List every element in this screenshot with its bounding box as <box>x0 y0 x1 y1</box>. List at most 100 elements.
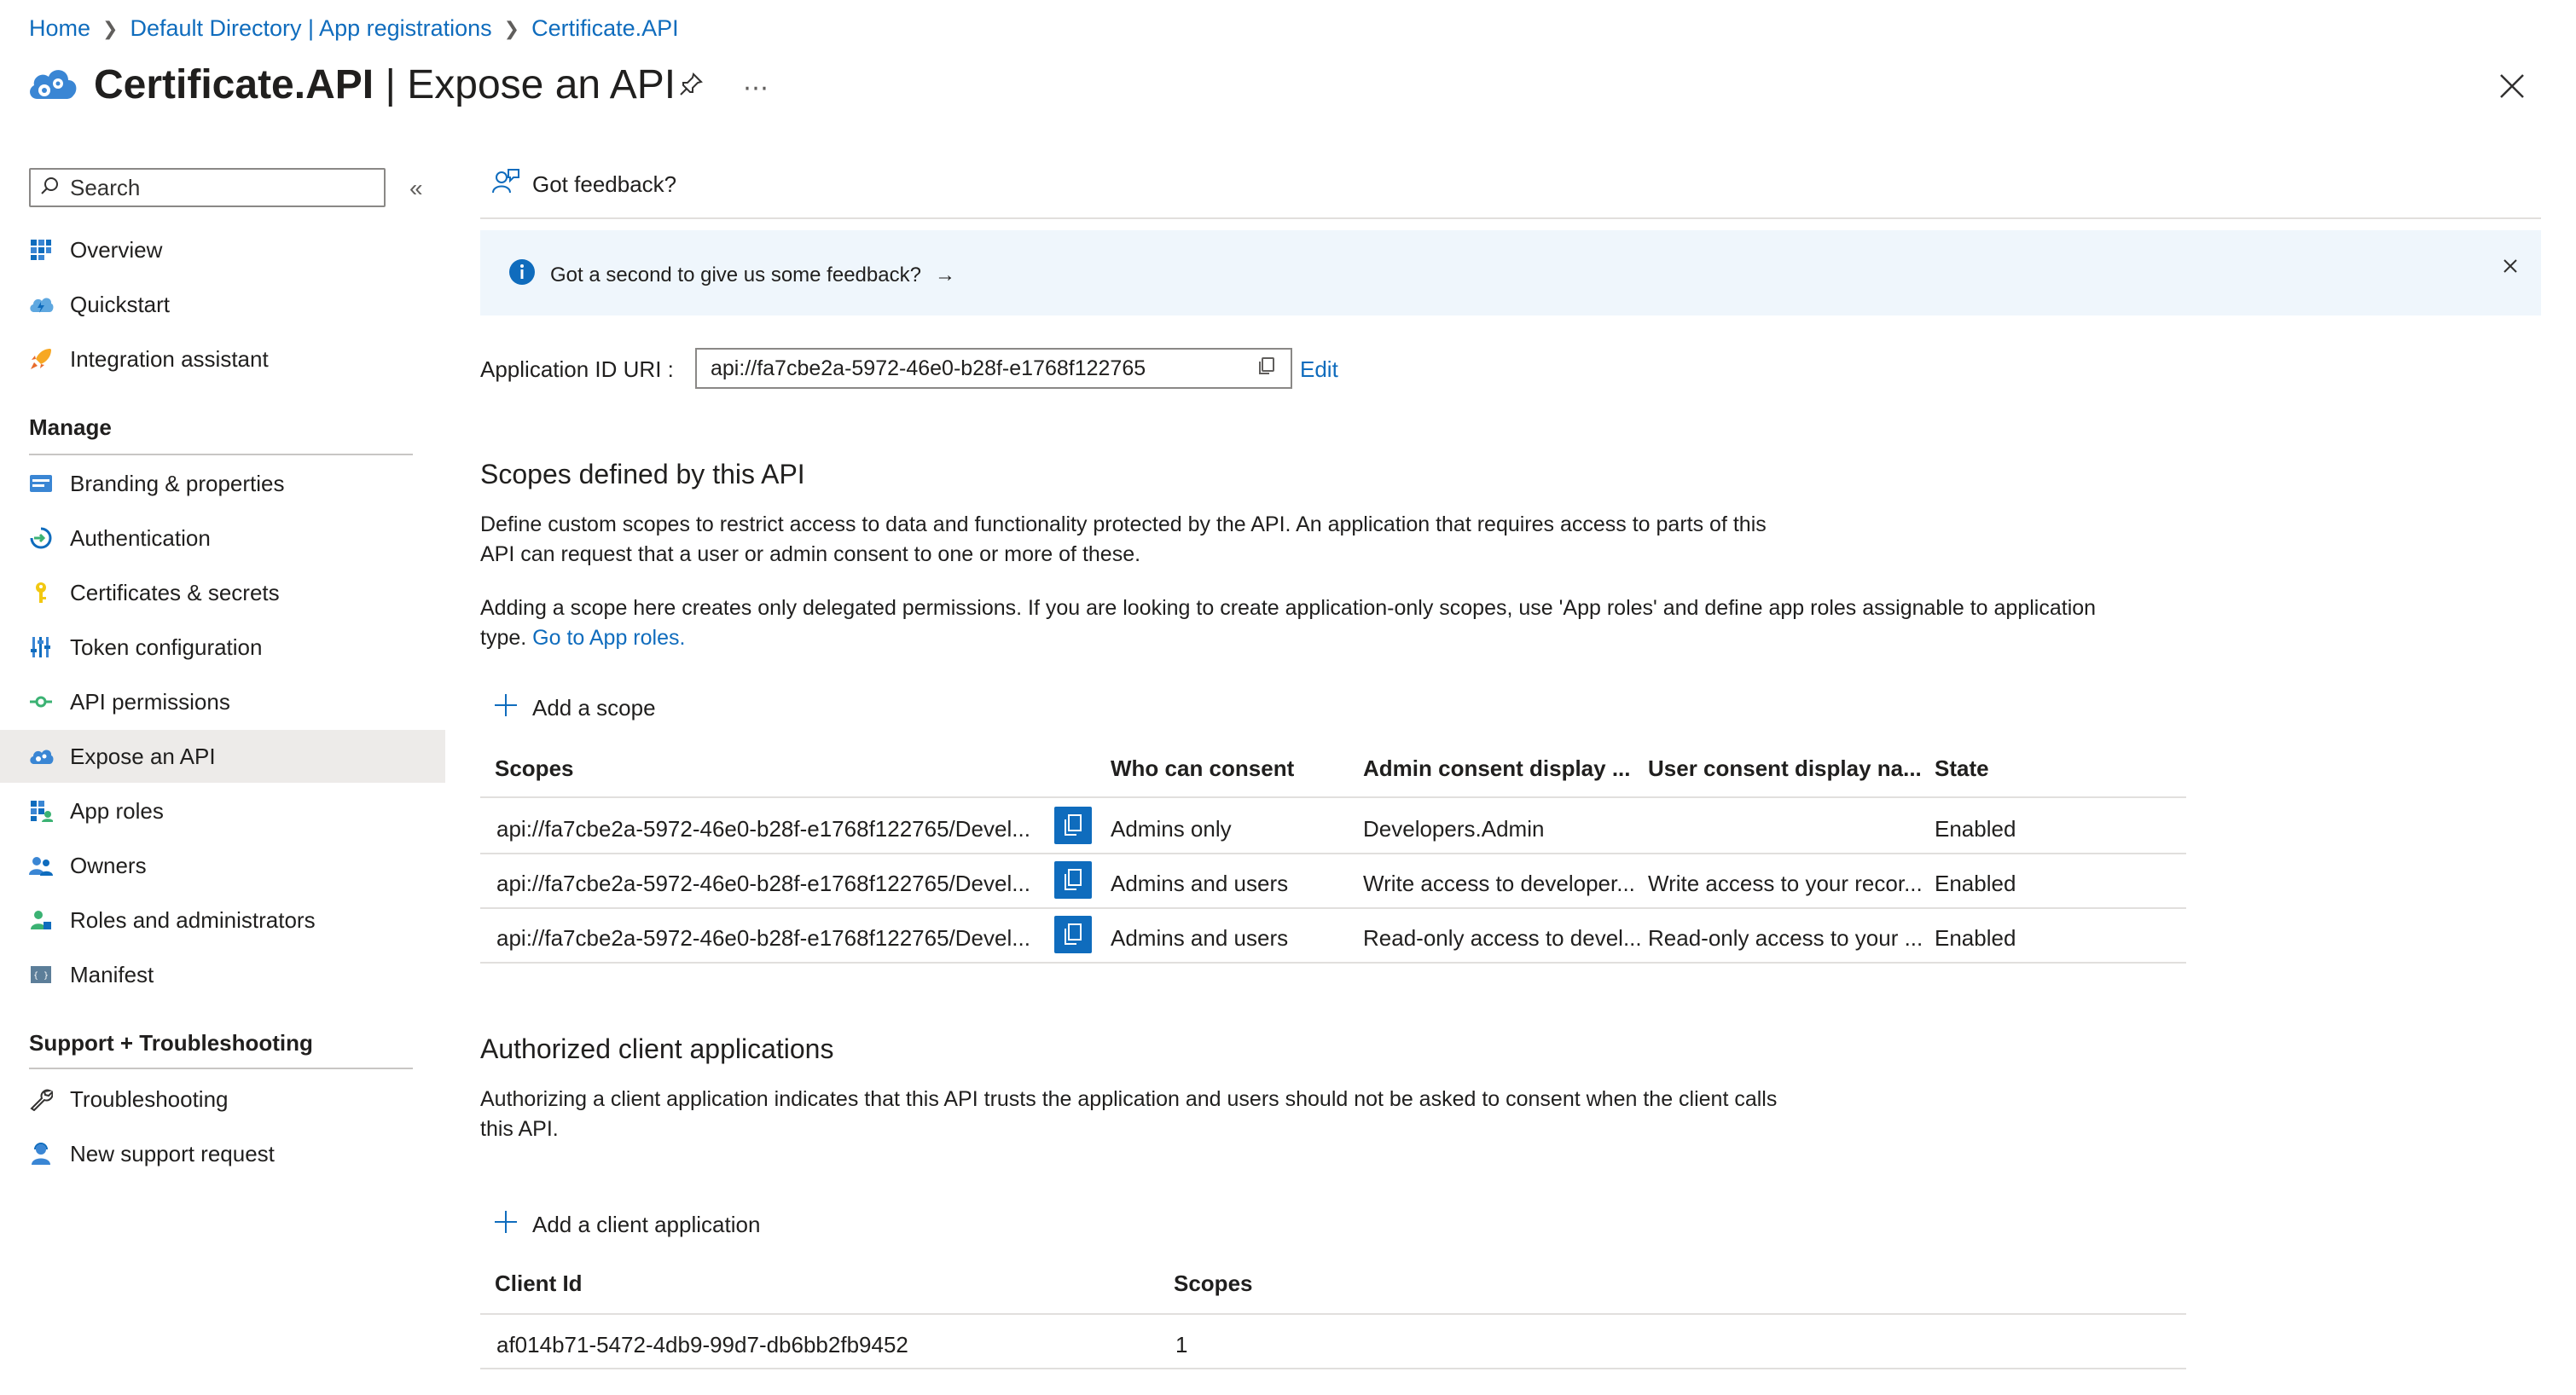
sidebar-item-roles-admins[interactable]: Roles and administrators <box>0 894 445 946</box>
scope-link[interactable]: api://fa7cbe2a-5972-46e0-b28f-e1768f1227… <box>496 816 1030 842</box>
banner-close-icon[interactable] <box>2502 254 2519 281</box>
breadcrumb-app[interactable]: Certificate.API <box>531 15 679 42</box>
token-config-icon <box>27 634 55 661</box>
divider <box>480 962 2186 964</box>
expose-api-cloud-icon <box>27 743 55 770</box>
app-roles-icon <box>27 797 55 825</box>
sidebar-item-label: Overview <box>70 236 163 263</box>
admin-consent-cell: Write access to developer... <box>1363 871 1635 896</box>
app-id-uri-field[interactable]: api://fa7cbe2a-5972-46e0-b28f-e1768f1227… <box>695 348 1292 389</box>
more-options-icon[interactable]: ⋯ <box>743 73 769 103</box>
divider <box>29 454 413 455</box>
who-can-consent-cell: Admins and users <box>1111 925 1289 951</box>
sidebar-item-label: Integration assistant <box>70 345 269 372</box>
manage-section-label: Manage <box>29 414 112 440</box>
sidebar-item-label: App roles <box>70 797 164 824</box>
sidebar-item-token-configuration[interactable]: Token configuration <box>0 621 445 674</box>
sidebar-item-quickstart[interactable]: Quickstart <box>0 278 445 331</box>
sidebar-item-certificates[interactable]: Certificates & secrets <box>0 566 445 619</box>
sidebar-item-label: Troubleshooting <box>70 1085 229 1112</box>
cloud-lightning-icon <box>27 291 55 318</box>
sidebar-item-manifest[interactable]: { } Manifest <box>0 948 445 1001</box>
column-header-client-id[interactable]: Client Id <box>495 1271 583 1297</box>
add-client-application-button[interactable]: Add a client application <box>493 1209 760 1241</box>
sidebar-item-expose-an-api[interactable]: Expose an API <box>0 730 445 783</box>
sidebar-item-label: Quickstart <box>70 291 171 317</box>
breadcrumb-home[interactable]: Home <box>29 15 90 42</box>
divider <box>480 796 2186 798</box>
clients-description: Authorizing a client application indicat… <box>480 1087 1778 1141</box>
scope-link[interactable]: api://fa7cbe2a-5972-46e0-b28f-e1768f1227… <box>496 925 1030 952</box>
app-cloud-icon <box>26 61 80 108</box>
sidebar-item-label: Token configuration <box>70 634 263 660</box>
sidebar-item-integration-assistant[interactable]: Integration assistant <box>0 333 445 385</box>
app-id-uri-label: Application ID URI : <box>480 356 674 382</box>
user-consent-cell: Read-only access to your ... <box>1648 925 1923 951</box>
copy-icon[interactable] <box>1054 916 1092 953</box>
app-id-uri-value: api://fa7cbe2a-5972-46e0-b28f-e1768f1227… <box>711 356 1146 380</box>
state-cell: Enabled <box>1935 816 2016 842</box>
search-icon <box>39 176 60 200</box>
arrow-right-icon[interactable]: → <box>935 263 955 287</box>
column-header-client-scopes[interactable]: Scopes <box>1174 1271 1253 1297</box>
roles-admins-icon <box>27 906 55 934</box>
sidebar-search[interactable] <box>29 168 386 207</box>
grid-icon <box>27 236 55 263</box>
sidebar-item-label: Expose an API <box>70 743 216 769</box>
column-header-user-consent[interactable]: User consent display na... <box>1648 755 1922 782</box>
edit-uri-link[interactable]: Edit <box>1300 356 1338 383</box>
branding-icon <box>27 470 55 497</box>
scope-link[interactable]: api://fa7cbe2a-5972-46e0-b28f-e1768f1227… <box>496 871 1030 897</box>
breadcrumb-app-registrations[interactable]: Default Directory | App registrations <box>130 15 491 42</box>
copy-icon[interactable] <box>1054 807 1092 844</box>
column-header-scopes[interactable]: Scopes <box>495 755 574 782</box>
feedback-label: Got feedback? <box>532 171 677 197</box>
sidebar-item-label: Roles and administrators <box>70 906 316 933</box>
support-person-icon <box>27 1140 55 1167</box>
search-input[interactable] <box>68 173 379 202</box>
divider <box>480 1368 2186 1369</box>
banner-text[interactable]: Got a second to give us some feedback? <box>550 263 921 287</box>
clients-heading: Authorized client applications <box>480 1033 834 1064</box>
feedback-button[interactable]: Got feedback? <box>491 167 676 202</box>
sidebar-item-api-permissions[interactable]: API permissions <box>0 675 445 728</box>
divider <box>480 217 2541 219</box>
sidebar-item-overview[interactable]: Overview <box>0 223 445 276</box>
chevron-right-icon: ❯ <box>102 17 119 39</box>
sidebar-item-new-support-request[interactable]: New support request <box>0 1127 445 1180</box>
state-cell: Enabled <box>1935 871 2016 896</box>
scopes-delegated-note: Adding a scope here creates only delegat… <box>480 596 2097 650</box>
feedback-person-icon <box>491 167 520 202</box>
sidebar-item-label: Branding & properties <box>70 470 285 496</box>
scopes-description: Define custom scopes to restrict access … <box>480 512 1767 566</box>
copy-icon[interactable] <box>1054 861 1092 899</box>
plus-icon <box>493 1209 519 1241</box>
column-header-admin-consent[interactable]: Admin consent display ... <box>1363 755 1631 782</box>
sidebar-item-authentication[interactable]: Authentication <box>0 512 445 564</box>
client-id-link[interactable]: af014b71-5472-4db9-99d7-db6bb2fb9452 <box>496 1332 908 1358</box>
sidebar-item-label: Authentication <box>70 524 211 551</box>
column-header-state[interactable]: State <box>1935 755 1989 782</box>
add-scope-button[interactable]: Add a scope <box>493 692 656 724</box>
go-to-app-roles-link[interactable]: Go to App roles. <box>532 626 685 650</box>
state-cell: Enabled <box>1935 925 2016 951</box>
support-section-label: Support + Troubleshooting <box>29 1030 313 1056</box>
sidebar-item-app-roles[interactable]: App roles <box>0 784 445 837</box>
collapse-sidebar-icon[interactable]: « <box>409 175 423 202</box>
divider <box>480 907 2186 909</box>
sidebar-item-troubleshooting[interactable]: Troubleshooting <box>0 1073 445 1126</box>
column-header-who-can-consent[interactable]: Who can consent <box>1111 755 1294 782</box>
who-can-consent-cell: Admins only <box>1111 816 1232 842</box>
sidebar-item-label: New support request <box>70 1140 275 1166</box>
close-icon[interactable] <box>2498 72 2527 105</box>
info-icon <box>508 258 537 292</box>
pin-icon[interactable] <box>678 72 704 104</box>
sidebar-item-branding[interactable]: Branding & properties <box>0 457 445 510</box>
admin-consent-cell: Developers.Admin <box>1363 816 1545 842</box>
client-scopes-count: 1 <box>1175 1332 1188 1357</box>
copy-icon[interactable] <box>1256 356 1277 382</box>
sidebar-item-owners[interactable]: Owners <box>0 839 445 892</box>
owners-icon <box>27 852 55 879</box>
feedback-banner: Got a second to give us some feedback? → <box>480 230 2541 315</box>
breadcrumb: Home ❯ Default Directory | App registrat… <box>29 15 679 42</box>
